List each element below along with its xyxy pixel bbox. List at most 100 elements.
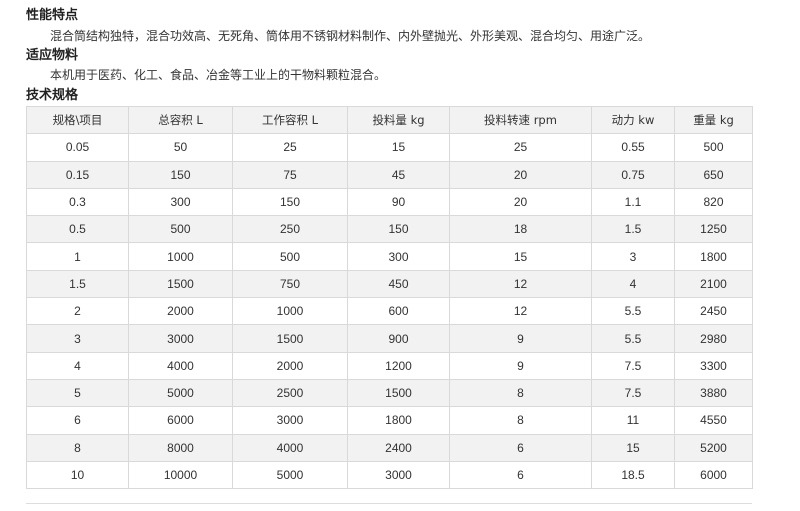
table-cell: 1500 bbox=[347, 378, 450, 408]
table-cell: 1000 bbox=[128, 242, 233, 271]
features-heading: 性能特点 bbox=[26, 8, 79, 23]
table-row: 0.05 50 25 15 25 0.55 500 bbox=[26, 133, 753, 162]
table-cell: 0.05 bbox=[26, 133, 129, 162]
table-row: 4 4000 2000 1200 9 7.5 3300 bbox=[26, 351, 753, 380]
table-cell: 2 bbox=[26, 297, 129, 326]
table-row: 0.5 500 250 150 18 1.5 1250 bbox=[26, 215, 753, 244]
table-row: 0.3 300 150 90 20 1.1 820 bbox=[26, 187, 753, 217]
table-cell: 15 bbox=[347, 133, 450, 162]
table-cell: 1000 bbox=[232, 297, 348, 326]
table-cell: 300 bbox=[347, 242, 450, 271]
table-cell: 6000 bbox=[674, 460, 753, 490]
table-cell: 6 bbox=[26, 406, 129, 435]
table-cell: 2500 bbox=[232, 378, 348, 408]
materials-text: 本机用于医药、化工、食品、冶金等工业上的干物料颗粒混合。 bbox=[50, 68, 387, 82]
table-cell: 450 bbox=[347, 269, 450, 299]
table-cell: 18 bbox=[449, 215, 592, 244]
table-header-cell: 总容积 L bbox=[128, 105, 233, 135]
table-row: 2 2000 1000 600 12 5.5 2450 bbox=[26, 297, 753, 326]
table-header-cell: 重量 kg bbox=[674, 105, 753, 135]
table-cell: 20 bbox=[449, 160, 592, 189]
table-cell: 2400 bbox=[347, 433, 450, 462]
table-cell: 1200 bbox=[347, 351, 450, 380]
table-cell: 3000 bbox=[347, 460, 450, 490]
table-cell: 0.5 bbox=[26, 215, 129, 244]
table-cell: 3 bbox=[591, 242, 675, 271]
table-cell: 650 bbox=[674, 160, 753, 189]
table-cell: 300 bbox=[128, 187, 233, 217]
table-cell: 820 bbox=[674, 187, 753, 217]
table-cell: 4550 bbox=[674, 406, 753, 435]
table-body: 0.05 50 25 15 25 0.55 500 0.15 150 75 45 20 0.75 650 0… bbox=[26, 133, 753, 490]
table-cell: 4 bbox=[26, 351, 129, 380]
table-cell: 8000 bbox=[128, 433, 233, 462]
features-text: 混合筒结构独特，混合功效高、无死角、筒体用不锈钢材料制作、内外壁抛光、外形美观、… bbox=[50, 29, 651, 43]
table-cell: 5200 bbox=[674, 433, 753, 462]
table-cell: 15 bbox=[591, 433, 675, 462]
table-cell: 18.5 bbox=[591, 460, 675, 490]
table-cell: 1 bbox=[26, 242, 129, 271]
table-cell: 3300 bbox=[674, 351, 753, 380]
table-cell: 500 bbox=[674, 133, 753, 162]
table-cell: 20 bbox=[449, 187, 592, 217]
table-cell: 2100 bbox=[674, 269, 753, 299]
table-row: 5 5000 2500 1500 8 7.5 3880 bbox=[26, 378, 753, 408]
table-cell: 5000 bbox=[128, 378, 233, 408]
table-row: 1.5 1500 750 450 12 4 2100 bbox=[26, 269, 753, 299]
table-row: 8 8000 4000 2400 6 15 5200 bbox=[26, 433, 753, 462]
table-row: 3 3000 1500 900 9 5.5 2980 bbox=[26, 324, 753, 353]
table-cell: 50 bbox=[128, 133, 233, 162]
table-cell: 45 bbox=[347, 160, 450, 189]
table-cell: 8 bbox=[449, 406, 592, 435]
table-row: 0.15 150 75 45 20 0.75 650 bbox=[26, 160, 753, 189]
table-header-cell: 投料转速 rpm bbox=[449, 105, 592, 135]
table-cell: 11 bbox=[591, 406, 675, 435]
table-cell: 3 bbox=[26, 324, 129, 353]
table-header-cell: 投料量 kg bbox=[347, 105, 450, 135]
table-cell: 1250 bbox=[674, 215, 753, 244]
table-cell: 75 bbox=[232, 160, 348, 189]
table-row: 10 10000 5000 3000 6 18.5 6000 bbox=[26, 460, 753, 490]
table-cell: 90 bbox=[347, 187, 450, 217]
table-cell: 1800 bbox=[347, 406, 450, 435]
table-header-cell: 规格\项目 bbox=[26, 105, 129, 135]
table-cell: 0.55 bbox=[591, 133, 675, 162]
table-row: 1 1000 500 300 15 3 1800 bbox=[26, 242, 753, 271]
table-cell: 8 bbox=[449, 378, 592, 408]
table-cell: 0.15 bbox=[26, 160, 129, 189]
table-cell: 6000 bbox=[128, 406, 233, 435]
spec-table: 规格\项目 总容积 L 工作容积 L 投料量 kg 投料转速 rpm 动力 kw 重量 kg… bbox=[26, 105, 753, 490]
table-cell: 900 bbox=[347, 324, 450, 353]
table-cell: 150 bbox=[232, 187, 348, 217]
table-cell: 15 bbox=[449, 242, 592, 271]
table-cell: 500 bbox=[232, 242, 348, 271]
table-header-cell: 动力 kw bbox=[591, 105, 675, 135]
table-cell: 6 bbox=[449, 460, 592, 490]
table-cell: 12 bbox=[449, 297, 592, 326]
table-cell: 5.5 bbox=[591, 324, 675, 353]
specs-heading: 技术规格 bbox=[26, 88, 79, 103]
table-cell: 5.5 bbox=[591, 297, 675, 326]
table-cell: 4000 bbox=[232, 433, 348, 462]
table-header-cell: 工作容积 L bbox=[232, 105, 348, 135]
table-cell: 2450 bbox=[674, 297, 753, 326]
table-cell: 1.5 bbox=[591, 215, 675, 244]
table-cell: 9 bbox=[449, 324, 592, 353]
table-cell: 1500 bbox=[128, 269, 233, 299]
table-cell: 5000 bbox=[232, 460, 348, 490]
table-cell: 4000 bbox=[128, 351, 233, 380]
table-cell: 150 bbox=[128, 160, 233, 189]
table-cell: 8 bbox=[26, 433, 129, 462]
table-cell: 7.5 bbox=[591, 351, 675, 380]
bottom-divider bbox=[26, 503, 752, 504]
table-cell: 4 bbox=[591, 269, 675, 299]
table-cell: 2980 bbox=[674, 324, 753, 353]
table-cell: 25 bbox=[232, 133, 348, 162]
materials-heading: 适应物料 bbox=[26, 48, 79, 63]
table-cell: 6 bbox=[449, 433, 592, 462]
table-cell: 1800 bbox=[674, 242, 753, 271]
table-cell: 10000 bbox=[128, 460, 233, 490]
table-cell: 5 bbox=[26, 378, 129, 408]
table-header-row: 规格\项目 总容积 L 工作容积 L 投料量 kg 投料转速 rpm 动力 kw 重量 kg bbox=[26, 105, 753, 135]
table-cell: 0.3 bbox=[26, 187, 129, 217]
